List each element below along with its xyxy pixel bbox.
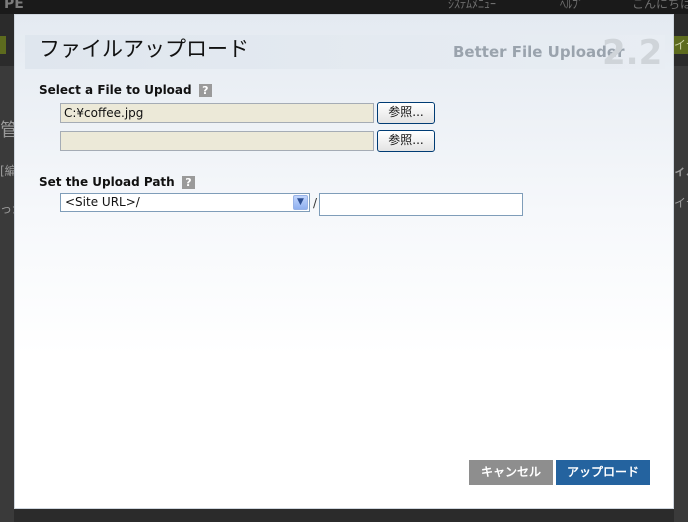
site-url-select[interactable]: <Site URL>/ ▼ xyxy=(60,193,310,212)
background-right-strip xyxy=(674,66,688,522)
file-section-label-text: Select a File to Upload xyxy=(39,83,192,97)
background-system-menu: ｼｽﾃﾑﾒﾆｭｰ xyxy=(448,0,497,11)
site-url-select-value: <Site URL>/ xyxy=(65,195,140,209)
file-path-field-1[interactable]: C:¥coffee.jpg xyxy=(60,103,374,123)
background-nav-bar-left xyxy=(0,36,6,54)
dialog-title: ファイルアップロード xyxy=(39,37,249,61)
upload-path-section-label: Set the Upload Path ? xyxy=(39,175,195,189)
version-number: 2.2 xyxy=(602,33,663,73)
help-icon[interactable]: ? xyxy=(198,84,212,97)
upload-path-label-text: Set the Upload Path xyxy=(39,175,175,189)
brand-name: Better File Uploader xyxy=(453,43,625,61)
upload-button[interactable]: アップロード xyxy=(556,460,650,485)
help-icon[interactable]: ? xyxy=(181,176,195,189)
background-fragment: イテ xyxy=(674,196,688,210)
browse-button-2[interactable]: 参照... xyxy=(377,130,435,152)
background-fragment: ィル xyxy=(674,164,688,178)
background-logo: PE xyxy=(4,0,24,12)
file-upload-dialog: ファイルアップロード Better File Uploader 2.2 Sele… xyxy=(14,14,674,509)
background-top-bar xyxy=(0,0,688,14)
cancel-button[interactable]: キャンセル xyxy=(469,460,553,485)
background-fragment: イテ xyxy=(674,38,688,52)
file-path-field-2[interactable] xyxy=(60,131,374,151)
background-help-link: ﾍﾙﾌﾟ xyxy=(560,0,585,11)
path-separator: / xyxy=(313,196,318,210)
background-greeting: こんにちは xyxy=(632,0,688,11)
browse-button-1[interactable]: 参照... xyxy=(377,102,435,124)
chevron-down-icon[interactable]: ▼ xyxy=(293,195,308,210)
upload-path-input[interactable] xyxy=(319,193,523,216)
file-section-label: Select a File to Upload ? xyxy=(39,83,212,97)
